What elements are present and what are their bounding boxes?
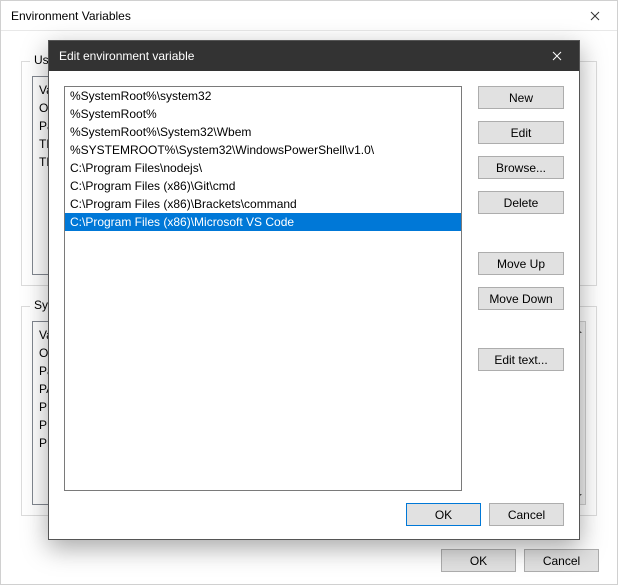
path-entry-row[interactable]: %SYSTEMROOT%\System32\WindowsPowerShell\… (65, 141, 461, 159)
child-title: Edit environment variable (59, 49, 534, 63)
parent-ok-button[interactable]: OK (441, 549, 516, 572)
parent-dialog-buttons: OK Cancel (441, 549, 599, 572)
path-entry-row[interactable]: C:\Program Files (x86)\Git\cmd (65, 177, 461, 195)
move-down-button[interactable]: Move Down (478, 287, 564, 310)
path-entry-row[interactable]: %SystemRoot%\System32\Wbem (65, 123, 461, 141)
path-entries-list[interactable]: %SystemRoot%\system32%SystemRoot%%System… (64, 86, 462, 491)
side-buttons: New Edit Browse... Delete Move Up Move D… (478, 86, 564, 377)
path-entry-row[interactable]: C:\Program Files\nodejs\ (65, 159, 461, 177)
parent-close-button[interactable] (572, 1, 617, 31)
child-ok-button[interactable]: OK (406, 503, 481, 526)
parent-titlebar: Environment Variables (1, 1, 617, 31)
edit-text-button[interactable]: Edit text... (478, 348, 564, 371)
path-entry-row[interactable]: %SystemRoot%\system32 (65, 87, 461, 105)
child-titlebar: Edit environment variable (49, 41, 579, 71)
path-entry-row[interactable]: %SystemRoot% (65, 105, 461, 123)
path-entry-row[interactable]: C:\Program Files (x86)\Microsoft VS Code (65, 213, 461, 231)
child-dialog-buttons: OK Cancel (406, 503, 564, 526)
delete-button[interactable]: Delete (478, 191, 564, 214)
close-icon (552, 51, 562, 61)
child-body: %SystemRoot%\system32%SystemRoot%%System… (64, 86, 564, 491)
parent-title: Environment Variables (11, 9, 572, 23)
browse-button[interactable]: Browse... (478, 156, 564, 179)
new-button[interactable]: New (478, 86, 564, 109)
parent-cancel-button[interactable]: Cancel (524, 549, 599, 572)
move-up-button[interactable]: Move Up (478, 252, 564, 275)
child-cancel-button[interactable]: Cancel (489, 503, 564, 526)
close-icon (590, 11, 600, 21)
child-close-button[interactable] (534, 41, 579, 71)
path-entry-row[interactable]: C:\Program Files (x86)\Brackets\command (65, 195, 461, 213)
edit-button[interactable]: Edit (478, 121, 564, 144)
edit-env-var-dialog: Edit environment variable %SystemRoot%\s… (48, 40, 580, 540)
